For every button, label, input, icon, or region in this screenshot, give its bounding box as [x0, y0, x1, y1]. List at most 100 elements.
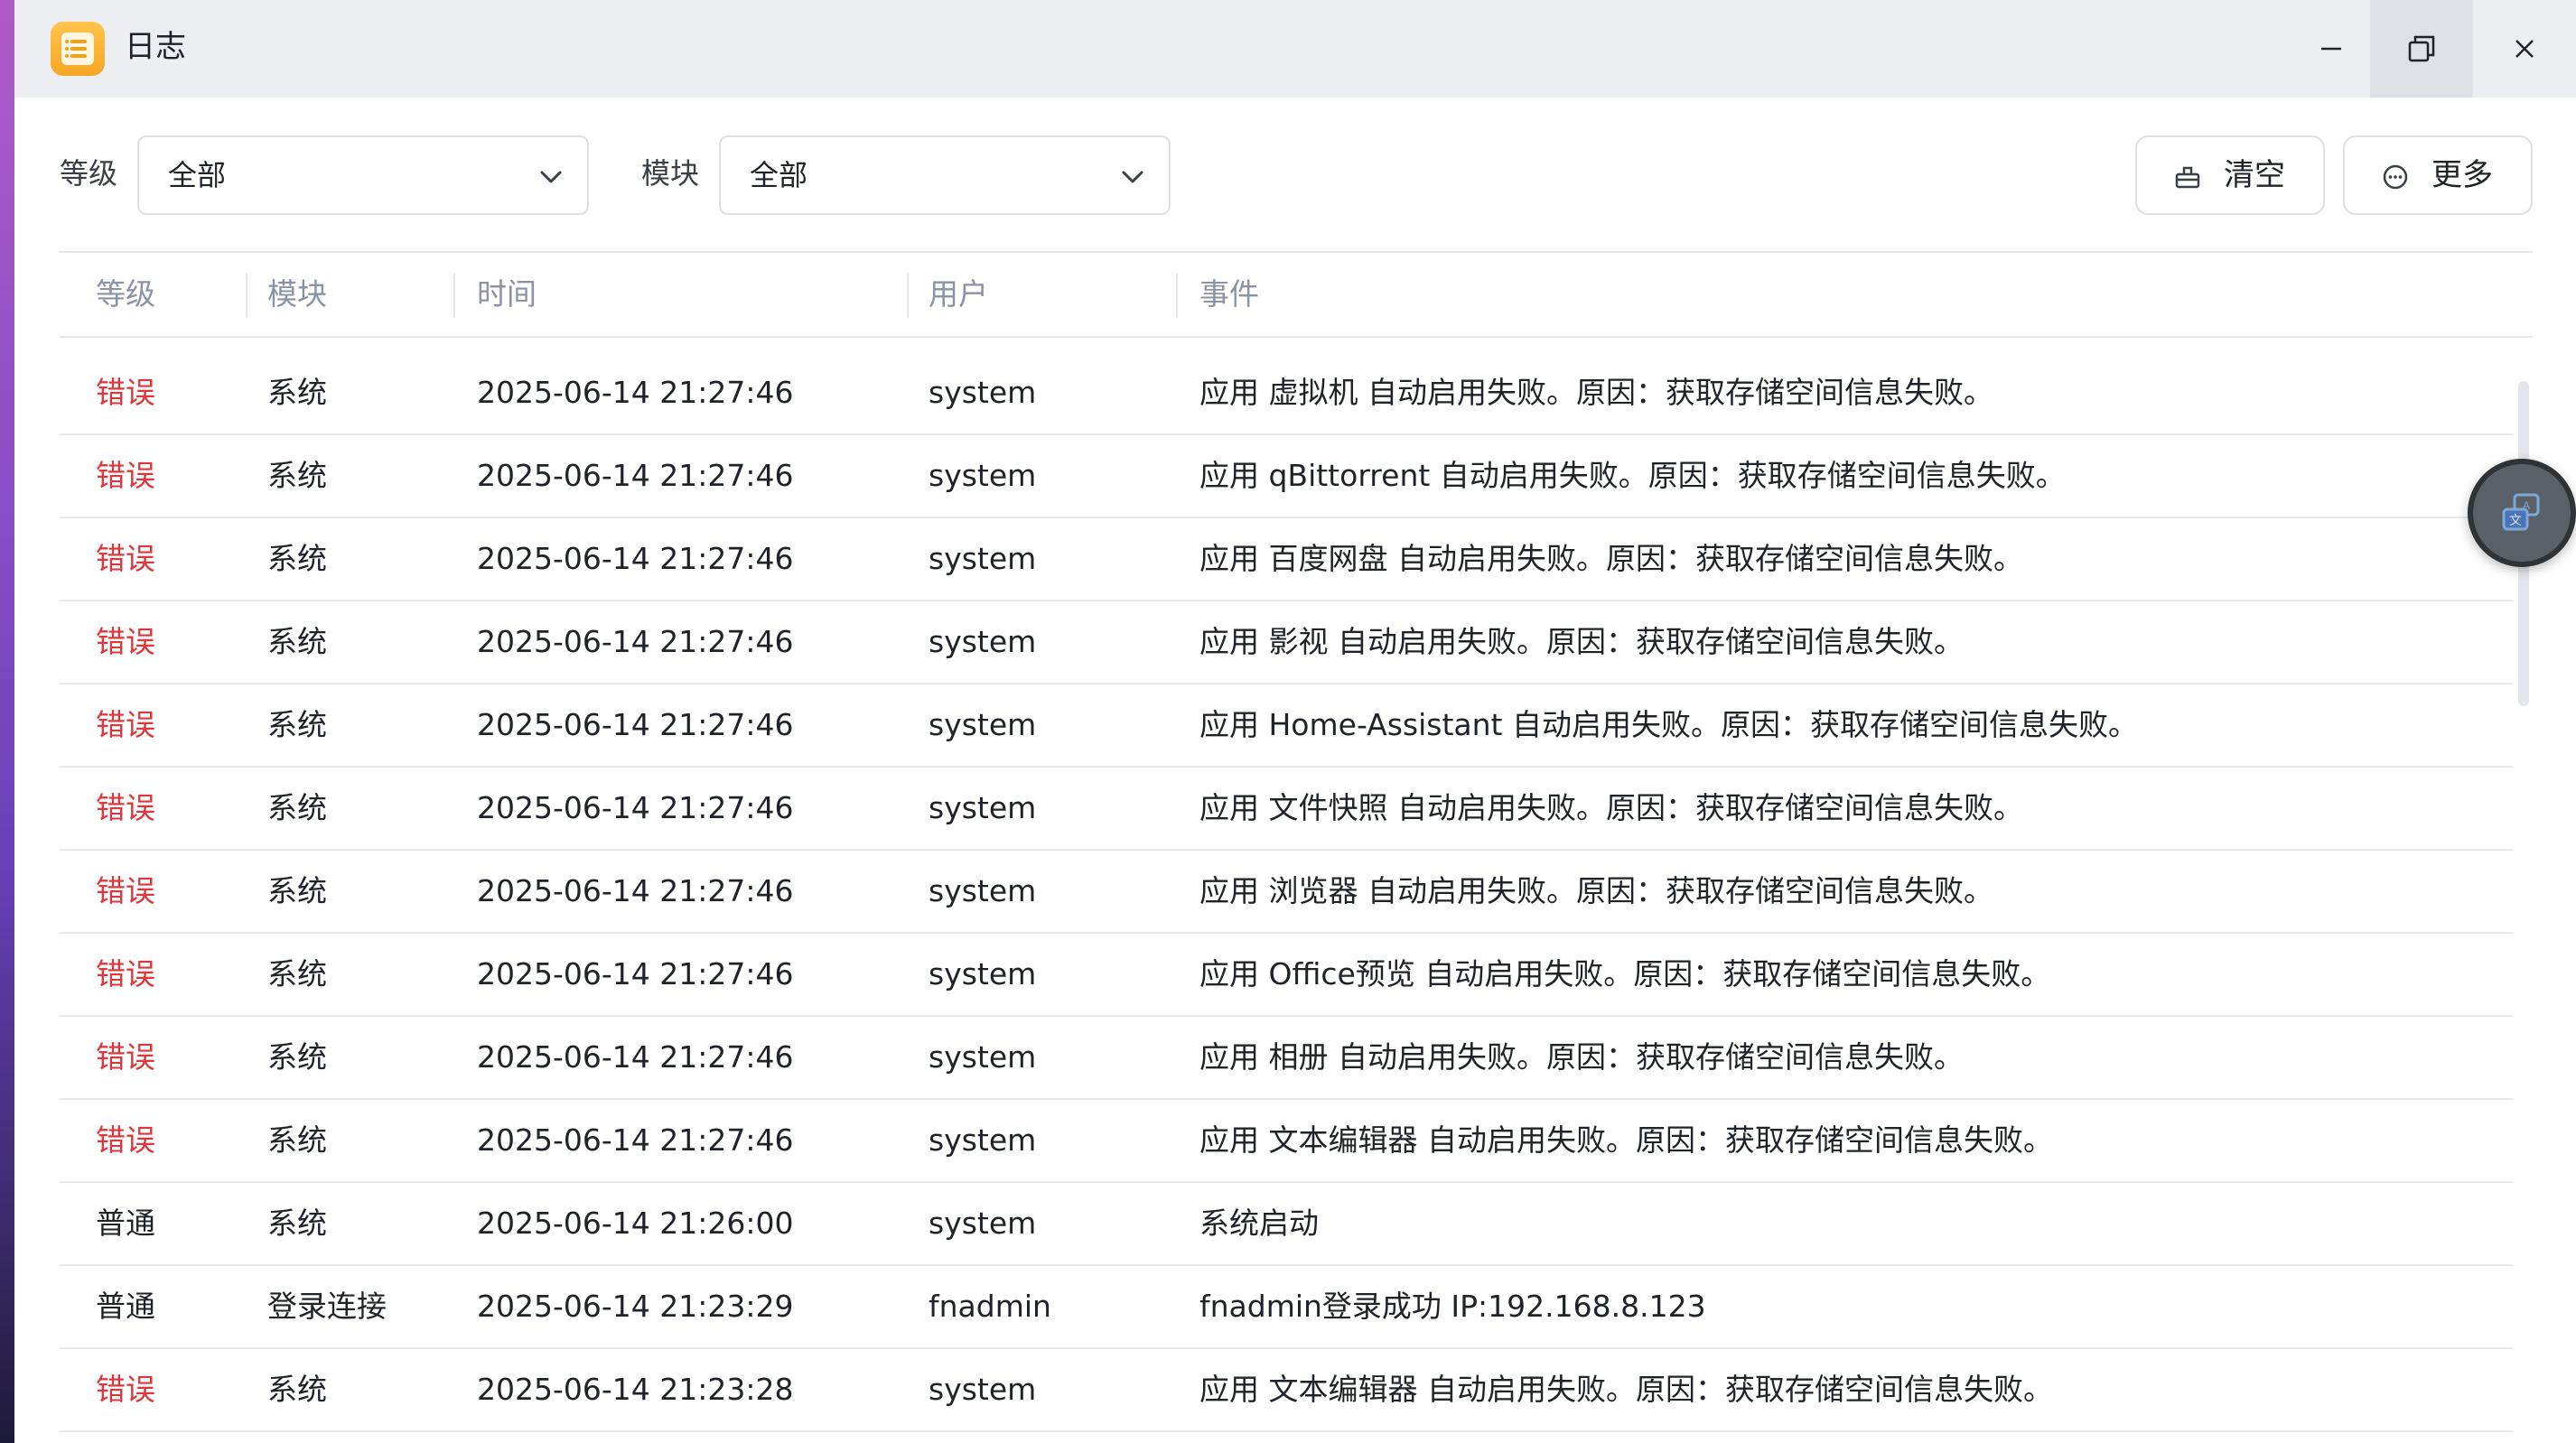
column-divider — [453, 273, 455, 318]
minimize-icon — [2321, 47, 2341, 51]
table-row[interactable]: 错误 系统 2025-06-14 21:27:46 system 应用 Office预览… — [60, 934, 2513, 1017]
restore-button[interactable] — [2370, 0, 2473, 98]
table-row[interactable]: 普通 登录连接 2025-06-14 21:23:29 fnadmin fnadmin登… — [60, 1266, 2513, 1349]
cell-time: 2025-06-14 21:27:46 — [477, 956, 794, 991]
cell-event: 应用 虚拟机 自动启用失败。原因：获取存储空间信息失败。 — [1199, 375, 1993, 410]
restore-icon — [2408, 35, 2435, 62]
cell-module: 系统 — [267, 873, 327, 908]
cell-module: 登录连接 — [267, 1289, 387, 1324]
cell-event: 应用 影视 自动启用失败。原因：获取存储空间信息失败。 — [1199, 624, 1964, 659]
cell-level: 错误 — [96, 873, 155, 908]
cell-level: 错误 — [96, 707, 155, 742]
cell-module: 系统 — [267, 1122, 327, 1158]
cell-level: 错误 — [96, 541, 155, 576]
cell-time: 2025-06-14 21:23:28 — [477, 1372, 794, 1407]
table-row[interactable]: 错误 系统 2025-06-14 21:27:46 system 应用 浏览器 自动启用… — [60, 851, 2513, 934]
filter-toolbar: 等级 全部 模块 全部 清空 更多 — [14, 98, 2576, 251]
cell-user: fnadmin — [929, 1289, 1051, 1324]
cell-time: 2025-06-14 21:27:46 — [477, 624, 794, 659]
column-header-user[interactable]: 用户 — [929, 253, 988, 336]
table-row[interactable]: 错误 系统 2025-06-14 21:27:46 system 应用 百度网盘 自动启… — [60, 518, 2513, 601]
cell-level: 普通 — [96, 1206, 155, 1241]
cell-user: system — [929, 956, 1037, 991]
chevron-down-icon — [1122, 171, 1143, 183]
table-header: 等级 模块 时间 用户 事件 — [60, 251, 2533, 338]
chevron-down-icon — [540, 171, 562, 183]
cell-time: 2025-06-14 21:23:29 — [477, 1289, 794, 1324]
cell-module: 系统 — [267, 541, 327, 576]
column-divider — [246, 273, 247, 318]
cell-module: 系统 — [267, 624, 327, 659]
close-icon — [2515, 40, 2534, 58]
cell-module: 系统 — [267, 1372, 327, 1407]
floating-translate-button[interactable]: 文 A — [2468, 459, 2576, 567]
cell-time: 2025-06-14 21:27:46 — [477, 1122, 794, 1158]
cell-event: 应用 百度网盘 自动启用失败。原因：获取存储空间信息失败。 — [1199, 541, 2023, 576]
cell-time: 2025-06-14 21:26:00 — [477, 1206, 794, 1241]
cell-level: 错误 — [96, 1122, 155, 1158]
table-row[interactable]: 错误 系统 2025-06-14 21:27:46 system 应用 虚拟机 自动启用… — [60, 352, 2513, 435]
cell-time: 2025-06-14 21:27:46 — [477, 1039, 794, 1075]
cell-level: 错误 — [96, 375, 155, 410]
column-header-time[interactable]: 时间 — [477, 253, 537, 336]
log-table: 等级 模块 时间 用户 事件 错误 系统 2025-06-14 21:27:46 sy… — [60, 251, 2533, 1439]
cell-user: system — [929, 375, 1037, 410]
cell-level: 错误 — [96, 1039, 155, 1075]
table-row[interactable]: 错误 系统 2025-06-14 21:27:46 system 应用 文件快照 自动启… — [60, 768, 2513, 851]
cell-user: system — [929, 1206, 1037, 1241]
cell-level: 错误 — [96, 624, 155, 659]
level-select[interactable]: 全部 — [137, 135, 589, 215]
table-row[interactable]: 普通 系统 2025-06-14 21:26:00 system 系统启动 — [60, 1183, 2513, 1266]
module-filter-label: 模块 — [641, 156, 700, 191]
minimize-button[interactable] — [2280, 0, 2383, 98]
cell-time: 2025-06-14 21:27:46 — [477, 375, 794, 410]
cell-event: 应用 浏览器 自动启用失败。原因：获取存储空间信息失败。 — [1199, 873, 1993, 908]
table-row[interactable]: 错误 系统 2025-06-14 21:27:46 system 应用 Home-Ass… — [60, 684, 2513, 768]
level-filter-label: 等级 — [60, 156, 118, 191]
cell-module: 系统 — [267, 458, 327, 493]
cell-user: system — [929, 873, 1037, 908]
cell-module: 系统 — [267, 1206, 327, 1241]
table-row[interactable]: 错误 系统 2025-06-14 21:27:46 system 应用 相册 自动启用失… — [60, 1017, 2513, 1100]
more-button[interactable]: 更多 — [2343, 135, 2533, 215]
cell-module: 系统 — [267, 375, 327, 410]
table-row[interactable]: 错误 系统 2025-06-14 21:27:46 system 应用 影视 自动启用失… — [60, 601, 2513, 684]
column-header-event[interactable]: 事件 — [1199, 253, 1259, 336]
title-bar: 日志 — [14, 0, 2576, 98]
cell-user: system — [929, 1039, 1037, 1075]
cell-level: 错误 — [96, 956, 155, 991]
module-select-value: 全部 — [750, 158, 808, 192]
cell-event: 应用 文本编辑器 自动启用失败。原因：获取存储空间信息失败。 — [1199, 1122, 2053, 1158]
cell-user: system — [929, 790, 1037, 825]
table-row[interactable]: 错误 系统 2025-06-14 21:27:46 system 应用 qBittorr… — [60, 435, 2513, 518]
svg-text:A: A — [2523, 499, 2530, 512]
cell-user: system — [929, 541, 1037, 576]
column-header-level[interactable]: 等级 — [96, 253, 155, 336]
cell-event: 应用 文件快照 自动启用失败。原因：获取存储空间信息失败。 — [1199, 790, 2023, 825]
cell-time: 2025-06-14 21:27:46 — [477, 541, 794, 576]
clear-button-label: 清空 — [2224, 157, 2285, 193]
cell-user: system — [929, 458, 1037, 493]
translate-icon: 文 A — [2502, 493, 2540, 531]
table-row[interactable]: 错误 系统 2025-06-14 21:23:28 system 应用 文本编辑器 自动… — [60, 1349, 2513, 1432]
cell-user: system — [929, 1372, 1037, 1407]
window-title: 日志 — [125, 29, 186, 65]
table-row[interactable]: 错误 系统 2025-06-14 21:27:46 system 应用 文本编辑器 自动… — [60, 1100, 2513, 1183]
cell-event: 应用 相册 自动启用失败。原因：获取存储空间信息失败。 — [1199, 1039, 1964, 1075]
cell-event: 应用 Home-Assistant 自动启用失败。原因：获取存储空间信息失败。 — [1199, 707, 2138, 742]
cell-level: 普通 — [96, 1289, 155, 1324]
close-button[interactable] — [2473, 0, 2576, 98]
cell-event: fnadmin登录成功 IP:192.168.8.123 — [1199, 1289, 1706, 1324]
cell-module: 系统 — [267, 956, 327, 991]
module-select[interactable]: 全部 — [719, 135, 1171, 215]
cell-event: 系统启动 — [1199, 1206, 1319, 1241]
column-header-module[interactable]: 模块 — [267, 253, 327, 336]
svg-text:文: 文 — [2509, 513, 2522, 527]
table-body: 错误 系统 2025-06-14 21:27:46 system 应用 虚拟机 自动启用… — [60, 338, 2533, 1439]
cell-time: 2025-06-14 21:27:46 — [477, 458, 794, 493]
cell-time: 2025-06-14 21:27:46 — [477, 790, 794, 825]
clear-button[interactable]: 清空 — [2135, 135, 2325, 215]
cell-level: 错误 — [96, 790, 155, 825]
log-window: 日志 等级 全部 模块 全部 清空 更多 等级 模块 时间 用户 事件 错误 系… — [14, 0, 2576, 1443]
level-select-value: 全部 — [168, 158, 227, 192]
